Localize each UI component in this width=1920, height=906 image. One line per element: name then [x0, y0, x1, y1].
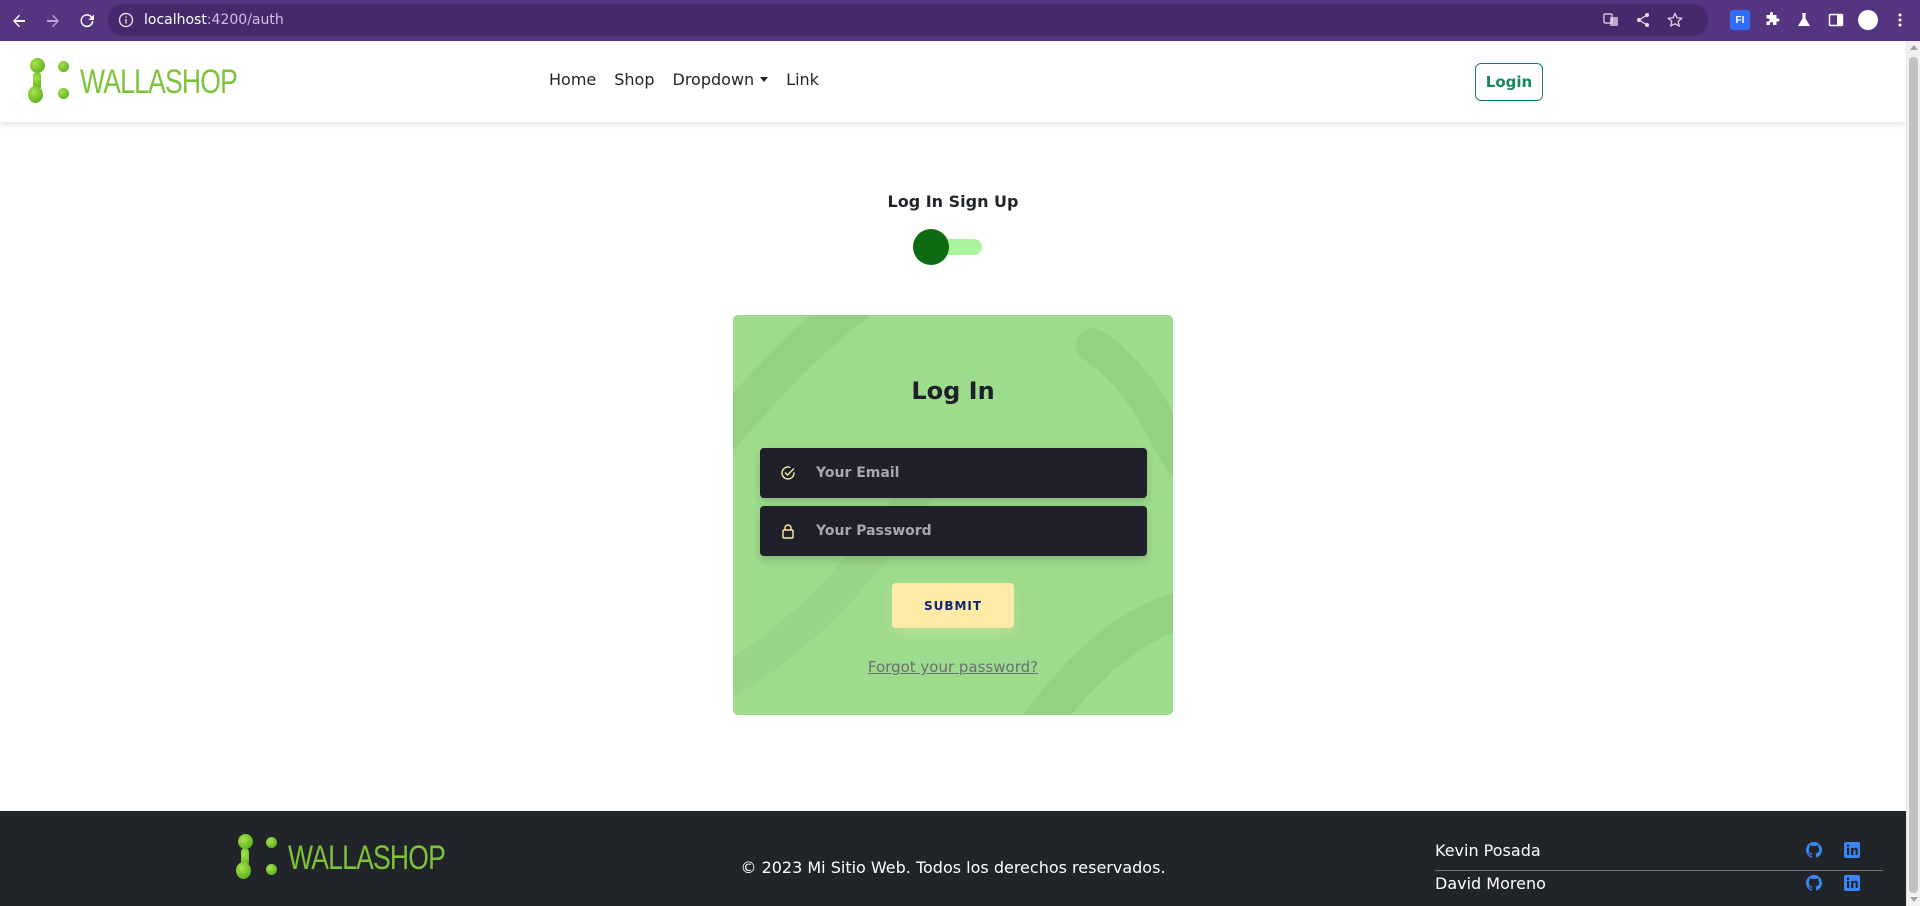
main-nav: Home Shop Dropdown Link [549, 70, 828, 89]
extensions-puzzle-icon[interactable] [1762, 10, 1782, 30]
author-row: Kevin Posada [1435, 838, 1883, 871]
forgot-password-link[interactable]: Forgot your password? [733, 658, 1173, 676]
auth-mode-label: Log In Sign Up [887, 192, 1019, 211]
email-input[interactable] [816, 448, 1136, 498]
page-viewport: WALLASHOP Home Shop Dropdown Link Login … [0, 41, 1906, 906]
browser-toolbar: localhost:4200/auth FI [0, 0, 1920, 41]
site-info-icon[interactable] [118, 12, 134, 28]
side-panel-icon[interactable] [1826, 10, 1846, 30]
scrollbar-thumb[interactable] [1909, 57, 1918, 893]
check-circle-icon [780, 465, 796, 481]
password-field[interactable] [760, 506, 1147, 556]
site-footer: WALLASHOP © 2023 Mi Sitio Web. Todos los… [0, 811, 1906, 906]
nav-link-home[interactable]: Home [549, 70, 605, 89]
brand-logo[interactable]: WALLASHOP [28, 58, 281, 106]
linkedin-icon[interactable] [1844, 875, 1860, 891]
forward-icon[interactable] [38, 6, 68, 36]
reload-icon[interactable] [72, 6, 102, 36]
logo-mark-icon [28, 58, 76, 106]
github-icon[interactable] [1806, 875, 1822, 891]
login-button[interactable]: Login [1475, 63, 1543, 101]
url-text: localhost:4200/auth [144, 12, 284, 28]
browser-menu-icon[interactable] [1890, 10, 1910, 30]
login-card: Log In SUBMIT Forgot your password? [733, 315, 1173, 715]
submit-button[interactable]: SUBMIT [892, 583, 1014, 628]
auth-mode-toggle-knob[interactable] [913, 229, 949, 265]
translate-icon[interactable] [1602, 11, 1620, 29]
logo-text: WALLASHOP [80, 63, 238, 101]
address-bar[interactable]: localhost:4200/auth [108, 4, 1708, 36]
author-name: Kevin Posada [1435, 841, 1541, 860]
labs-flask-icon[interactable] [1794, 10, 1814, 30]
linkedin-icon[interactable] [1844, 842, 1860, 858]
profile-avatar-icon[interactable] [1858, 10, 1878, 30]
bookmark-star-icon[interactable] [1666, 11, 1684, 29]
share-icon[interactable] [1634, 11, 1652, 29]
password-input[interactable] [816, 506, 1136, 556]
scroll-down-arrow-icon[interactable] [1910, 897, 1918, 902]
author-row: David Moreno [1435, 871, 1883, 904]
back-icon[interactable] [4, 6, 34, 36]
author-list: Kevin Posada David Moreno [1435, 838, 1883, 904]
lock-icon [780, 523, 796, 539]
author-name: David Moreno [1435, 874, 1546, 893]
nav-dropdown[interactable]: Dropdown [664, 70, 778, 89]
site-navbar: WALLASHOP Home Shop Dropdown Link Login [0, 41, 1906, 122]
nav-link-shop[interactable]: Shop [605, 70, 663, 89]
card-title: Log In [911, 377, 995, 405]
nav-dropdown-label: Dropdown [672, 70, 755, 89]
nav-link-link[interactable]: Link [777, 70, 828, 89]
email-field[interactable] [760, 448, 1147, 498]
caret-down-icon [760, 77, 769, 82]
github-icon[interactable] [1806, 842, 1822, 858]
scroll-up-arrow-icon[interactable] [1910, 45, 1918, 50]
extension-fi-icon[interactable]: FI [1730, 10, 1750, 30]
page-scrollbar[interactable] [1906, 41, 1920, 906]
